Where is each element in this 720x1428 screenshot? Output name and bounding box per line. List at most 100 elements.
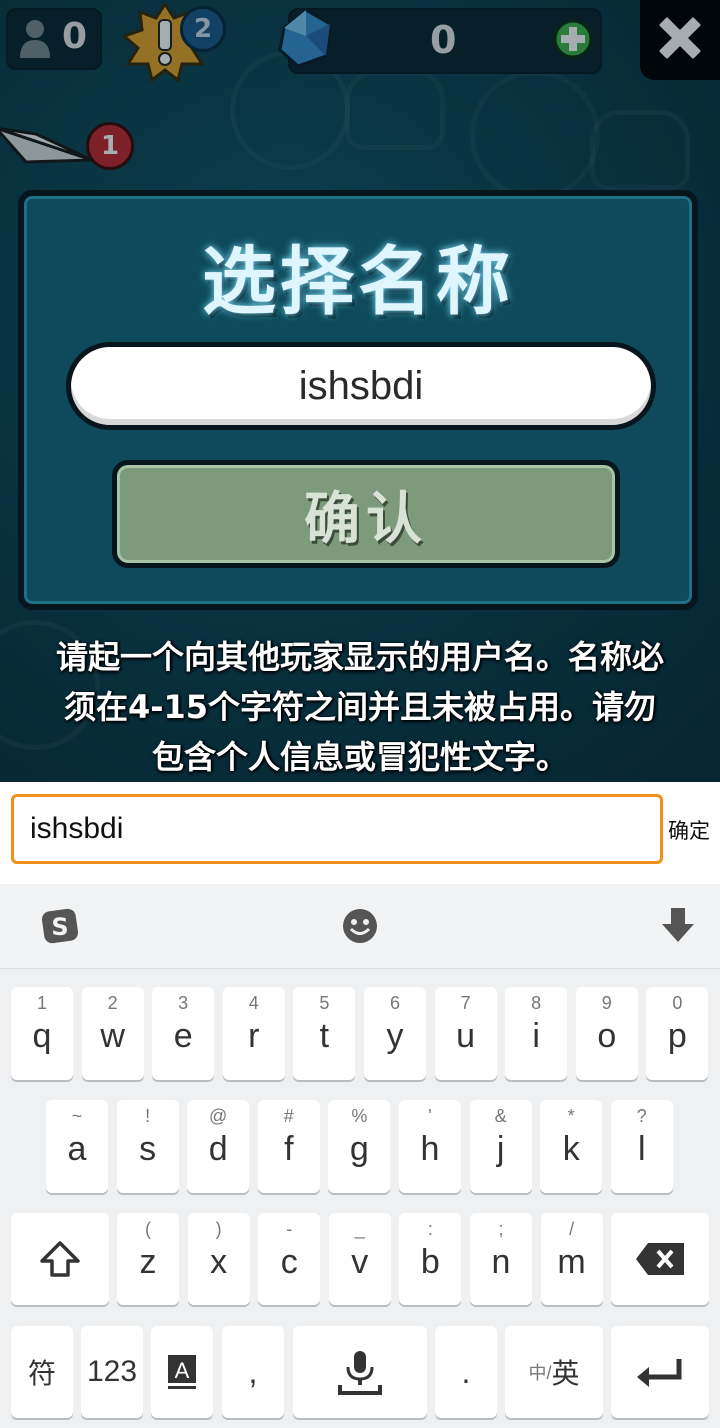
key-f[interactable]: # f	[257, 1100, 320, 1193]
key-a[interactable]: ~ a	[46, 1100, 108, 1193]
key-hint-label: %	[351, 1106, 368, 1126]
key-letter-label: z	[139, 1243, 157, 1281]
key-y[interactable]: 6y	[364, 987, 426, 1080]
key-letter-label: q	[32, 1017, 52, 1055]
key-letter-label: r	[248, 1017, 260, 1055]
period-key[interactable]: .	[435, 1326, 497, 1418]
key-hint-label: !	[145, 1106, 151, 1126]
key-s[interactable]: ! s	[116, 1100, 179, 1193]
text-input[interactable]	[11, 794, 663, 864]
space-voice-key[interactable]	[293, 1326, 427, 1418]
key-hint-label: &	[494, 1106, 507, 1126]
key-hint-label: :	[427, 1219, 433, 1239]
key-hint-label: 8	[531, 993, 542, 1013]
key-e[interactable]: 3e	[152, 987, 215, 1080]
ok-button[interactable]: 确定	[664, 812, 714, 848]
hide-keyboard-icon[interactable]	[656, 904, 700, 948]
key-o[interactable]: 9o	[575, 987, 638, 1080]
key-letter-label: h	[420, 1130, 440, 1168]
key-r[interactable]: 4r	[222, 987, 285, 1080]
key-hint-label: *	[567, 1106, 575, 1126]
key-l[interactable]: ? l	[610, 1100, 673, 1193]
language-switch-key[interactable]: 中/英	[505, 1326, 603, 1418]
period-key-label: .	[461, 1353, 471, 1390]
key-letter-label: v	[351, 1243, 369, 1281]
numbers-key-label: 123	[86, 1355, 138, 1388]
key-hint-label: _	[354, 1219, 365, 1239]
key-letter-label: d	[208, 1130, 228, 1168]
key-i[interactable]: 8i	[505, 987, 568, 1080]
key-letter-label: y	[386, 1017, 404, 1055]
game-screen: 0 2 0 1 选择名称 ishsbdi 确认 请起一个向其他玩家显示的用户名。…	[0, 0, 720, 782]
key-v[interactable]: _ v	[328, 1213, 391, 1305]
numbers-key[interactable]: 123	[81, 1326, 143, 1418]
key-p[interactable]: 0p	[646, 987, 709, 1080]
key-hint-label: -	[286, 1219, 293, 1239]
key-hint-label: @	[209, 1106, 228, 1126]
name-field[interactable]: ishsbdi	[66, 342, 656, 430]
comma-key[interactable]: ,	[222, 1326, 284, 1418]
key-letter-label: i	[532, 1017, 540, 1055]
key-letter-label: e	[173, 1017, 193, 1055]
symbols-key-label: 符	[27, 1358, 56, 1389]
key-letter-label: l	[638, 1130, 646, 1168]
key-hint-label: 2	[107, 993, 118, 1013]
backspace-key[interactable]	[611, 1213, 709, 1305]
key-b[interactable]: :b	[399, 1213, 462, 1305]
handwriting-key[interactable]: A	[151, 1326, 213, 1418]
key-letter-label: m	[557, 1243, 586, 1281]
key-letter-label: u	[456, 1017, 476, 1055]
key-t[interactable]: 5t	[293, 987, 356, 1080]
key-letter-label: j	[496, 1130, 505, 1168]
confirm-button[interactable]: 确认	[112, 460, 620, 568]
key-hint-label: 6	[389, 993, 400, 1013]
sogou-logo-icon[interactable]: S	[38, 904, 82, 948]
handwriting-icon: A	[151, 1326, 213, 1418]
key-w[interactable]: 2w	[81, 987, 144, 1080]
key-n[interactable]: ; n	[470, 1213, 532, 1305]
enter-icon	[611, 1326, 709, 1418]
key-x[interactable]: ) x	[187, 1213, 250, 1305]
key-hint-label: )	[215, 1219, 222, 1239]
key-letter-label: a	[67, 1130, 87, 1168]
key-k[interactable]: * k	[540, 1100, 603, 1193]
key-d[interactable]: @ d	[187, 1100, 250, 1193]
enter-key[interactable]	[611, 1326, 709, 1418]
key-hint-label: 9	[601, 993, 612, 1013]
key-hint-label: 1	[36, 993, 47, 1013]
key-h[interactable]: ' h	[399, 1100, 461, 1193]
symbols-key[interactable]: 符	[11, 1326, 73, 1418]
key-hint-label: /	[569, 1219, 575, 1239]
key-hint-label: 4	[248, 993, 259, 1013]
shift-key[interactable]	[11, 1213, 109, 1305]
key-hint-label: 0	[672, 993, 683, 1013]
emoji-icon[interactable]	[338, 904, 382, 948]
name-rules-text: 请起一个向其他玩家显示的用户名。名称必须在4-15个字符之间并且未被占用。请勿包…	[55, 638, 664, 776]
key-letter-label: x	[210, 1243, 228, 1281]
dialog-title: 选择名称	[202, 239, 514, 325]
key-hint-label: 3	[178, 993, 189, 1013]
key-letter-label: o	[597, 1017, 617, 1055]
comma-key-label: ,	[248, 1353, 258, 1390]
key-g[interactable]: % g	[328, 1100, 391, 1193]
key-letter-label: b	[420, 1243, 440, 1281]
key-hint-label: 7	[460, 993, 471, 1013]
key-m[interactable]: / m	[540, 1213, 603, 1305]
key-letter-label: f	[284, 1130, 294, 1168]
key-u[interactable]: 7u	[434, 987, 497, 1080]
key-letter-label: s	[139, 1130, 157, 1168]
key-j[interactable]: & j	[469, 1100, 532, 1193]
key-hint-label: ~	[71, 1106, 83, 1126]
backspace-icon	[611, 1213, 709, 1305]
key-q[interactable]: 1q	[11, 987, 73, 1080]
key-letter-label: p	[667, 1017, 687, 1055]
shift-icon	[11, 1213, 109, 1305]
key-hint-label: 5	[319, 993, 330, 1013]
keyboard-toolbar: S	[0, 884, 720, 969]
key-hint-label: ?	[636, 1106, 647, 1126]
key-c[interactable]: -c	[258, 1213, 321, 1305]
key-z[interactable]: (z	[117, 1213, 179, 1305]
svg-text:S: S	[51, 913, 68, 941]
key-letter-label: n	[491, 1243, 511, 1281]
key-letter-label: w	[100, 1017, 125, 1055]
